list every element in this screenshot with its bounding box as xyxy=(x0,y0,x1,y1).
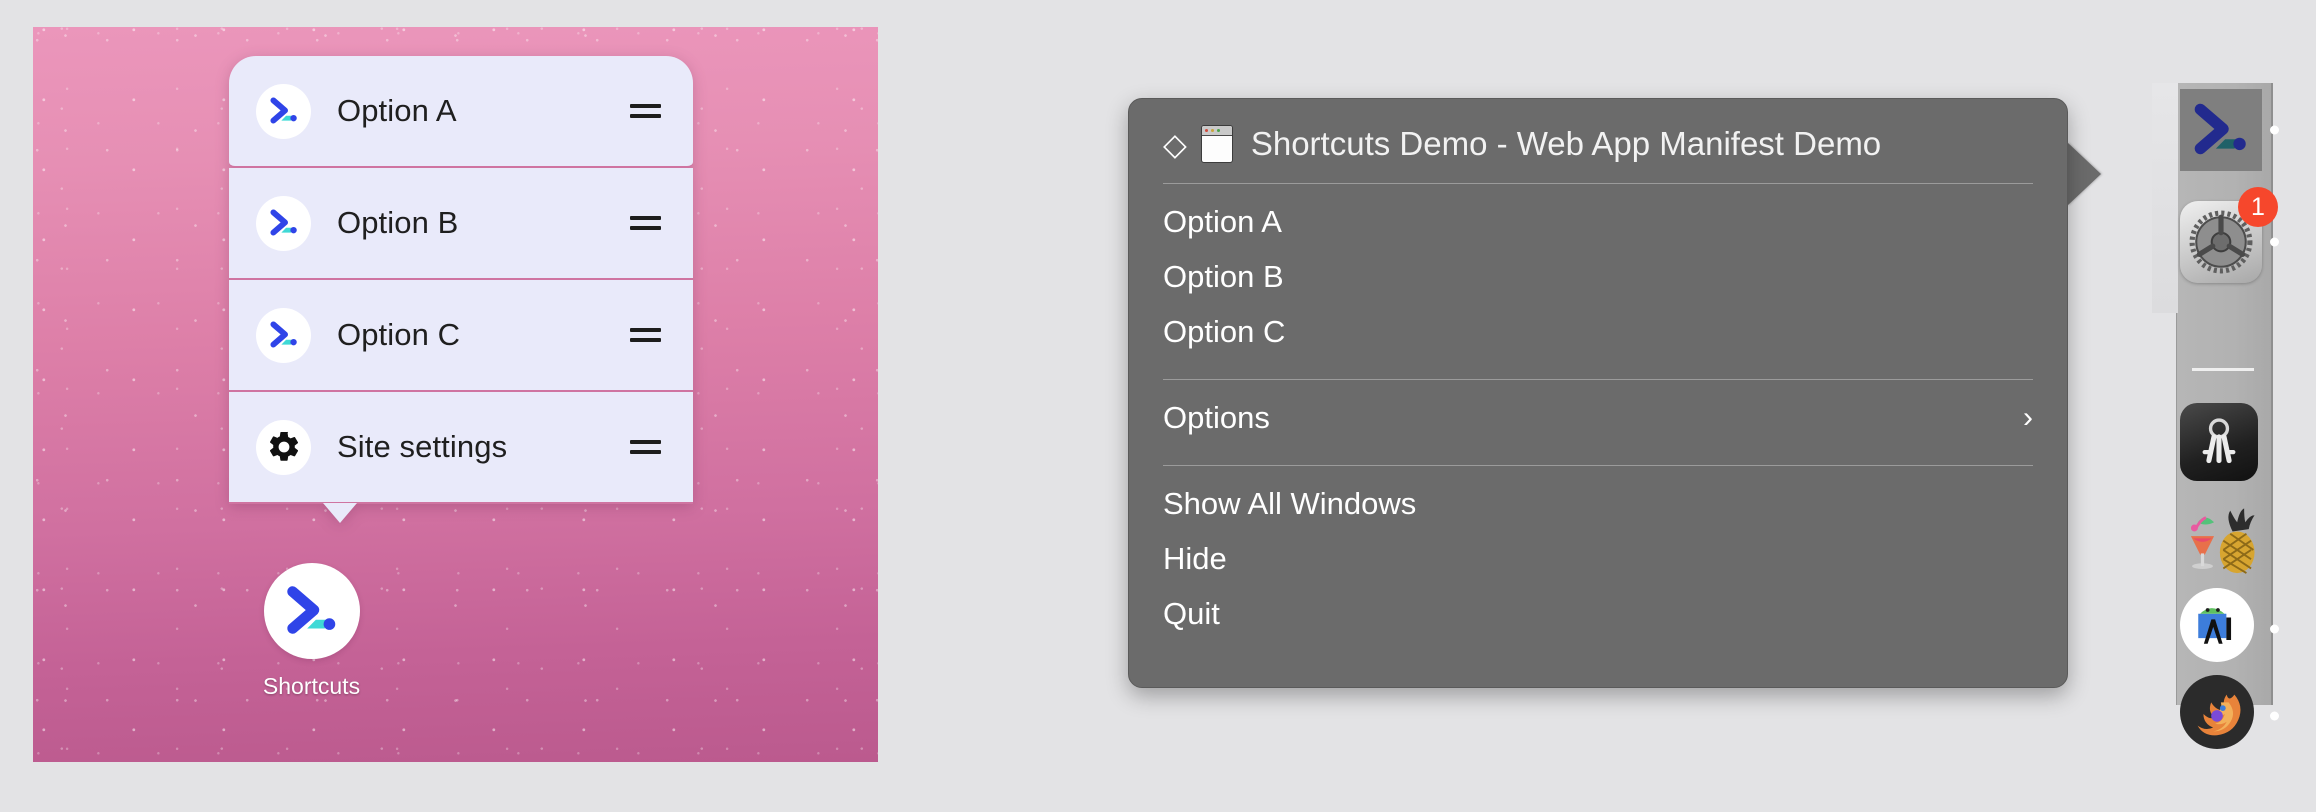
shortcut-bubble: Option A Option B xyxy=(229,56,693,504)
notification-badge: 1 xyxy=(2238,187,2278,227)
shortcut-item-option-b[interactable]: Option B xyxy=(229,168,693,280)
context-menu-group-window: Show All Windows Hide Quit xyxy=(1129,466,2067,641)
running-indicator-dot xyxy=(2270,625,2279,634)
dock-item-system-settings[interactable]: 1 xyxy=(2180,201,2262,283)
window-icon xyxy=(1201,125,1233,163)
gear-icon xyxy=(256,420,311,475)
shortcuts-app-icon xyxy=(264,563,360,659)
shortcuts-app-icon xyxy=(256,84,311,139)
menu-item-quit[interactable]: Quit xyxy=(1129,586,2067,641)
drag-handle-icon[interactable] xyxy=(619,328,671,342)
drag-handle-icon[interactable] xyxy=(619,216,671,230)
menu-item-show-all-windows[interactable]: Show All Windows xyxy=(1129,476,2067,531)
menu-item-option-c[interactable]: Option C xyxy=(1129,304,2067,359)
dock-separator xyxy=(2192,368,2254,371)
macos-dock: 1 xyxy=(2152,83,2270,705)
running-indicator-dot xyxy=(2270,712,2279,721)
menu-item-options[interactable]: Options › xyxy=(1129,390,2067,445)
firefox-icon xyxy=(2180,675,2254,749)
context-menu-tail xyxy=(2067,142,2101,206)
dock-item-firefox-nightly[interactable] xyxy=(2180,675,2262,757)
app-launcher-label: Shortcuts xyxy=(259,673,364,700)
menu-item-label: Option C xyxy=(1163,314,1285,350)
dock-item-shortcuts[interactable] xyxy=(2180,89,2262,171)
shortcut-item-label: Option C xyxy=(337,317,619,353)
shortcut-item-label: Option B xyxy=(337,205,619,241)
menu-item-option-a[interactable]: Option A xyxy=(1129,194,2067,249)
context-menu-header: ◇ Shortcuts Demo - Web App Manifest Demo xyxy=(1129,99,2067,163)
diamond-icon: ◇ xyxy=(1163,129,1187,160)
shortcut-item-option-a[interactable]: Option A xyxy=(229,56,693,168)
shortcuts-app-icon xyxy=(256,308,311,363)
dock-highlight-strip xyxy=(2152,83,2178,313)
menu-item-option-b[interactable]: Option B xyxy=(1129,249,2067,304)
android-studio-icon xyxy=(2180,588,2254,662)
app-launcher[interactable]: Shortcuts xyxy=(259,563,364,700)
shortcut-item-site-settings[interactable]: Site settings xyxy=(229,392,693,504)
shortcut-item-option-c[interactable]: Option C xyxy=(229,280,693,392)
running-indicator-dot xyxy=(2270,238,2279,247)
shortcut-item-label: Option A xyxy=(337,93,619,129)
context-menu-group-options: Options › xyxy=(1129,380,2067,445)
keys-icon xyxy=(2180,403,2258,481)
dock-context-menu-wrap: ◇ Shortcuts Demo - Web App Manifest Demo… xyxy=(1128,98,2068,688)
shortcut-item-label: Site settings xyxy=(337,429,619,465)
menu-item-label: Show All Windows xyxy=(1163,486,1416,522)
dock-item-keychain-access[interactable] xyxy=(2180,403,2262,485)
screenshot-root: Option A Option B xyxy=(0,0,2316,812)
web-app-shortcut-menu-panel: Option A Option B xyxy=(33,27,878,762)
pineapple-cocktail-icon xyxy=(2180,498,2262,580)
menu-item-label: Option B xyxy=(1163,259,1284,295)
chevron-right-icon: › xyxy=(2023,403,2033,433)
drag-handle-icon[interactable] xyxy=(619,440,671,454)
context-menu-title: Shortcuts Demo - Web App Manifest Demo xyxy=(1251,125,1881,163)
dock-context-menu: ◇ Shortcuts Demo - Web App Manifest Demo… xyxy=(1128,98,2068,688)
menu-item-label: Option A xyxy=(1163,204,1282,240)
context-menu-group-shortcuts: Option A Option B Option C xyxy=(1129,184,2067,359)
menu-item-label: Hide xyxy=(1163,541,1227,577)
shortcuts-app-icon xyxy=(256,196,311,251)
dock-item-pineapple[interactable] xyxy=(2180,498,2262,580)
menu-item-label: Options xyxy=(1163,400,1270,436)
menu-item-label: Quit xyxy=(1163,596,1220,632)
running-indicator-dot xyxy=(2270,126,2279,135)
dock-item-android-studio[interactable] xyxy=(2180,588,2262,670)
drag-handle-icon[interactable] xyxy=(619,104,671,118)
bubble-tail xyxy=(323,503,357,523)
menu-item-hide[interactable]: Hide xyxy=(1129,531,2067,586)
